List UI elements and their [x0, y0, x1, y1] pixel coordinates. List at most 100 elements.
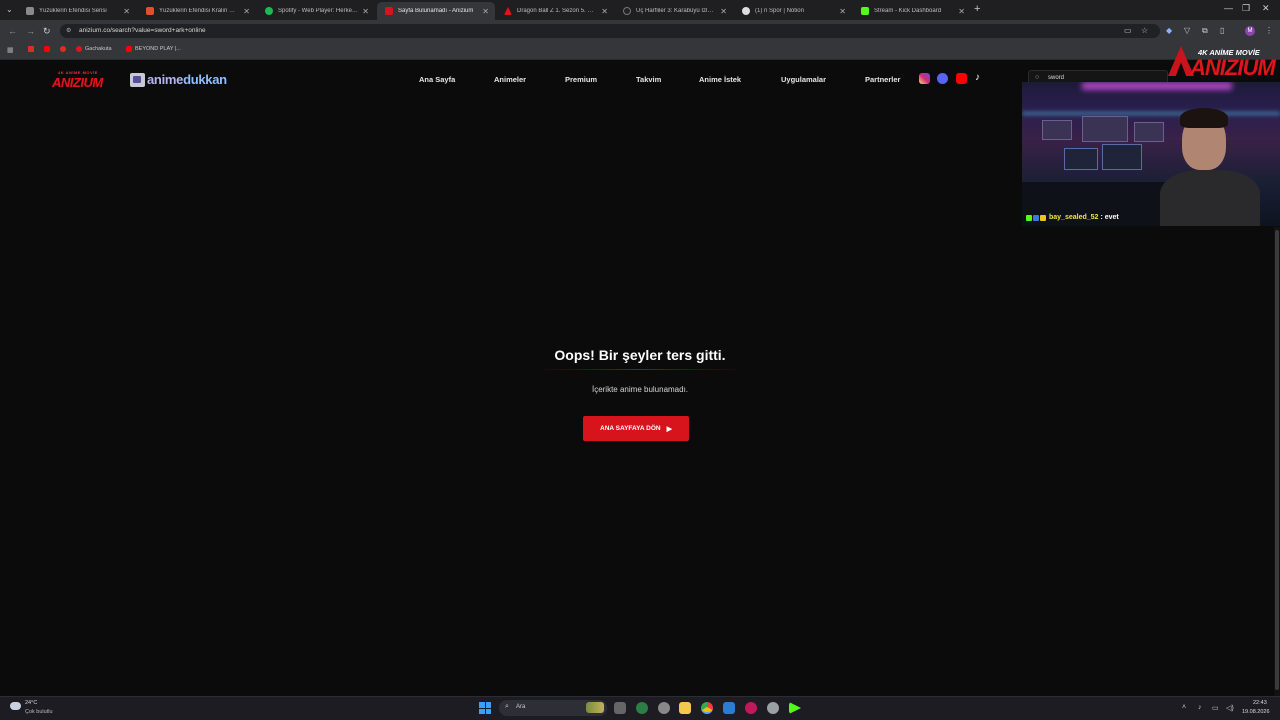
bookmark-item[interactable]	[60, 46, 69, 52]
streamer-hair	[1180, 108, 1228, 128]
back-icon[interactable]: ←	[8, 26, 17, 36]
cast-icon[interactable]: ▭	[1124, 26, 1132, 35]
back-to-home-button[interactable]: ANA SAYFAYA DÖN ▶	[583, 416, 689, 441]
nav-partnerler[interactable]: Partnerler	[865, 75, 900, 84]
store-icon[interactable]	[723, 702, 735, 714]
tab-favicon-icon	[146, 7, 154, 15]
tab-favicon-icon	[623, 7, 631, 15]
browser-tab[interactable]: Dragon Ball Z 1. Sezon 5. Bölüm ✕	[496, 2, 614, 20]
streamer-body	[1160, 170, 1260, 226]
nav-premium[interactable]: Premium	[565, 75, 597, 84]
youtube-icon[interactable]	[956, 73, 967, 84]
browser-tab-active[interactable]: Sayfa Bulunamadı - Anizium ✕	[377, 2, 495, 20]
tab-close-icon[interactable]: ✕	[839, 7, 846, 16]
extension-icon[interactable]: ◆	[1166, 26, 1172, 35]
gear-icon[interactable]	[767, 702, 779, 714]
search-icon: ⌕	[505, 703, 509, 710]
app-icon[interactable]	[745, 702, 757, 714]
bookmark-gmail[interactable]	[28, 46, 37, 52]
discord-icon[interactable]	[937, 73, 948, 84]
nav-home[interactable]: Ana Sayfa	[419, 75, 455, 84]
extensions-puzzle-icon[interactable]: ⧉	[1202, 26, 1208, 36]
play-arrow-icon: ▶	[666, 425, 672, 433]
bookmarks-bar	[0, 41, 1280, 60]
neon-light	[1082, 82, 1232, 90]
clock-date[interactable]: 19.08.2026	[1242, 709, 1270, 715]
address-bar[interactable]	[60, 24, 1160, 38]
nav-animeler[interactable]: Animeler	[494, 75, 526, 84]
scrollbar-thumb[interactable]	[1275, 230, 1279, 690]
tab-favicon-icon	[504, 7, 512, 15]
youtube-icon	[126, 46, 132, 52]
taskbar-search-placeholder: Ara	[516, 704, 526, 710]
folder-icon[interactable]	[679, 702, 691, 714]
file-icon[interactable]	[614, 702, 626, 714]
browser-tab[interactable]: Yüzüklerin Efendisi Serisi ✕	[18, 2, 136, 20]
logo-part-b: dukkan	[183, 72, 227, 87]
reload-icon[interactable]: ↻	[43, 26, 51, 37]
tab-close-icon[interactable]: ✕	[123, 7, 130, 16]
error-message: İçerikte anime bulunamadı.	[591, 385, 689, 394]
sidepanel-icon[interactable]: ▯	[1220, 26, 1224, 35]
tab-close-icon[interactable]: ✕	[958, 7, 965, 16]
bookmark-star-icon[interactable]: ☆	[1141, 26, 1148, 35]
bookmark-youtube[interactable]	[44, 46, 53, 52]
minimize-icon[interactable]: —	[1224, 3, 1233, 13]
chrome-icon[interactable]	[701, 702, 713, 714]
browser-tab[interactable]: Spotify - Web Player: Herkes için müzik …	[257, 2, 375, 20]
tab-title: Spotify - Web Player: Herkes için müzik	[278, 8, 358, 14]
bookmark-label: Gachakuta	[85, 46, 112, 52]
new-tab-button[interactable]: +	[974, 3, 980, 15]
tab-favicon-icon	[26, 7, 34, 15]
browser-tab[interactable]: Stream - Kick Dashboard ✕	[853, 2, 971, 20]
network-icon[interactable]: ▭	[1212, 704, 1219, 712]
anizium-logo[interactable]: 4K ANİME MOVİE ANIZIUM	[50, 70, 108, 92]
animedukkan-wordmark: animedukkan	[147, 72, 227, 87]
browser-tab[interactable]: Yüzüklerin Efendisi Kralın Dönüşü ✕	[138, 2, 256, 20]
nav-anime-istek[interactable]: Anime İstek	[699, 75, 741, 84]
wall-shelf	[1042, 120, 1072, 140]
start-button[interactable]	[479, 702, 491, 714]
microphone-icon[interactable]: ♪	[1198, 704, 1202, 711]
profile-avatar[interactable]: M	[1245, 26, 1255, 36]
stream-brand-logo: 4K ANİME MOVİE ANIZIUM	[1168, 44, 1280, 82]
bookmark-beyond-play[interactable]: BEYOND PLAY |...	[126, 46, 181, 52]
close-window-icon[interactable]: ✕	[1262, 3, 1270, 14]
clock-time[interactable]: 22:43	[1253, 700, 1267, 706]
site-search-value[interactable]: sword	[1048, 75, 1064, 81]
animedukkan-logo[interactable]: animedukkan	[130, 72, 227, 87]
filter-icon[interactable]: ▽	[1184, 26, 1190, 35]
error-title: Oops! Bir şeyler ters gitti.	[554, 347, 726, 363]
nav-uygulamalar[interactable]: Uygulamalar	[781, 75, 826, 84]
settings-gear-icon[interactable]	[658, 702, 670, 714]
browser-tab[interactable]: Üç Harfliler 3: Karabüyü İzle | Filmmaki…	[615, 2, 733, 20]
xbox-icon[interactable]	[636, 702, 648, 714]
tab-close-icon[interactable]: ✕	[362, 7, 369, 16]
maximize-icon[interactable]: ❐	[1242, 3, 1250, 14]
forward-icon[interactable]: →	[26, 26, 35, 36]
browser-tab[interactable]: (1) n Spor | Notion ✕	[734, 2, 852, 20]
chevron-up-icon[interactable]: ˄	[1182, 704, 1186, 711]
chat-badge-icon	[1040, 214, 1046, 221]
tab-close-icon[interactable]: ✕	[482, 7, 489, 16]
chat-badge-icon	[1033, 214, 1039, 221]
site-info-icon[interactable]: ⚙	[66, 27, 71, 34]
apps-grid-icon[interactable]: ▦	[7, 46, 14, 54]
url-text[interactable]: anizium.co/search?value=sword+ark+online	[79, 27, 206, 34]
tab-close-icon[interactable]: ✕	[720, 7, 727, 16]
tab-close-icon[interactable]: ✕	[243, 7, 250, 16]
instagram-icon[interactable]	[919, 73, 930, 84]
volume-icon[interactable]: ◁)	[1226, 704, 1234, 712]
weather-temperature[interactable]: 24°C	[25, 700, 37, 706]
weather-description[interactable]: Çok bulutlu	[25, 709, 53, 715]
tiktok-icon[interactable]: ♪	[975, 72, 980, 83]
bookmark-gachakuta[interactable]: Gachakuta	[76, 46, 112, 52]
nav-takvim[interactable]: Takvim	[636, 75, 661, 84]
cloud-icon[interactable]	[10, 702, 21, 710]
search-icon: ○	[1035, 74, 1040, 81]
tab-close-icon[interactable]: ✕	[601, 7, 608, 16]
bookmark-favicon-icon	[60, 46, 66, 52]
menu-kebab-icon[interactable]: ⋮	[1265, 26, 1273, 35]
tab-title: Dragon Ball Z 1. Sezon 5. Bölüm	[517, 8, 598, 14]
tab-search-icon[interactable]: ⌄	[6, 5, 13, 14]
